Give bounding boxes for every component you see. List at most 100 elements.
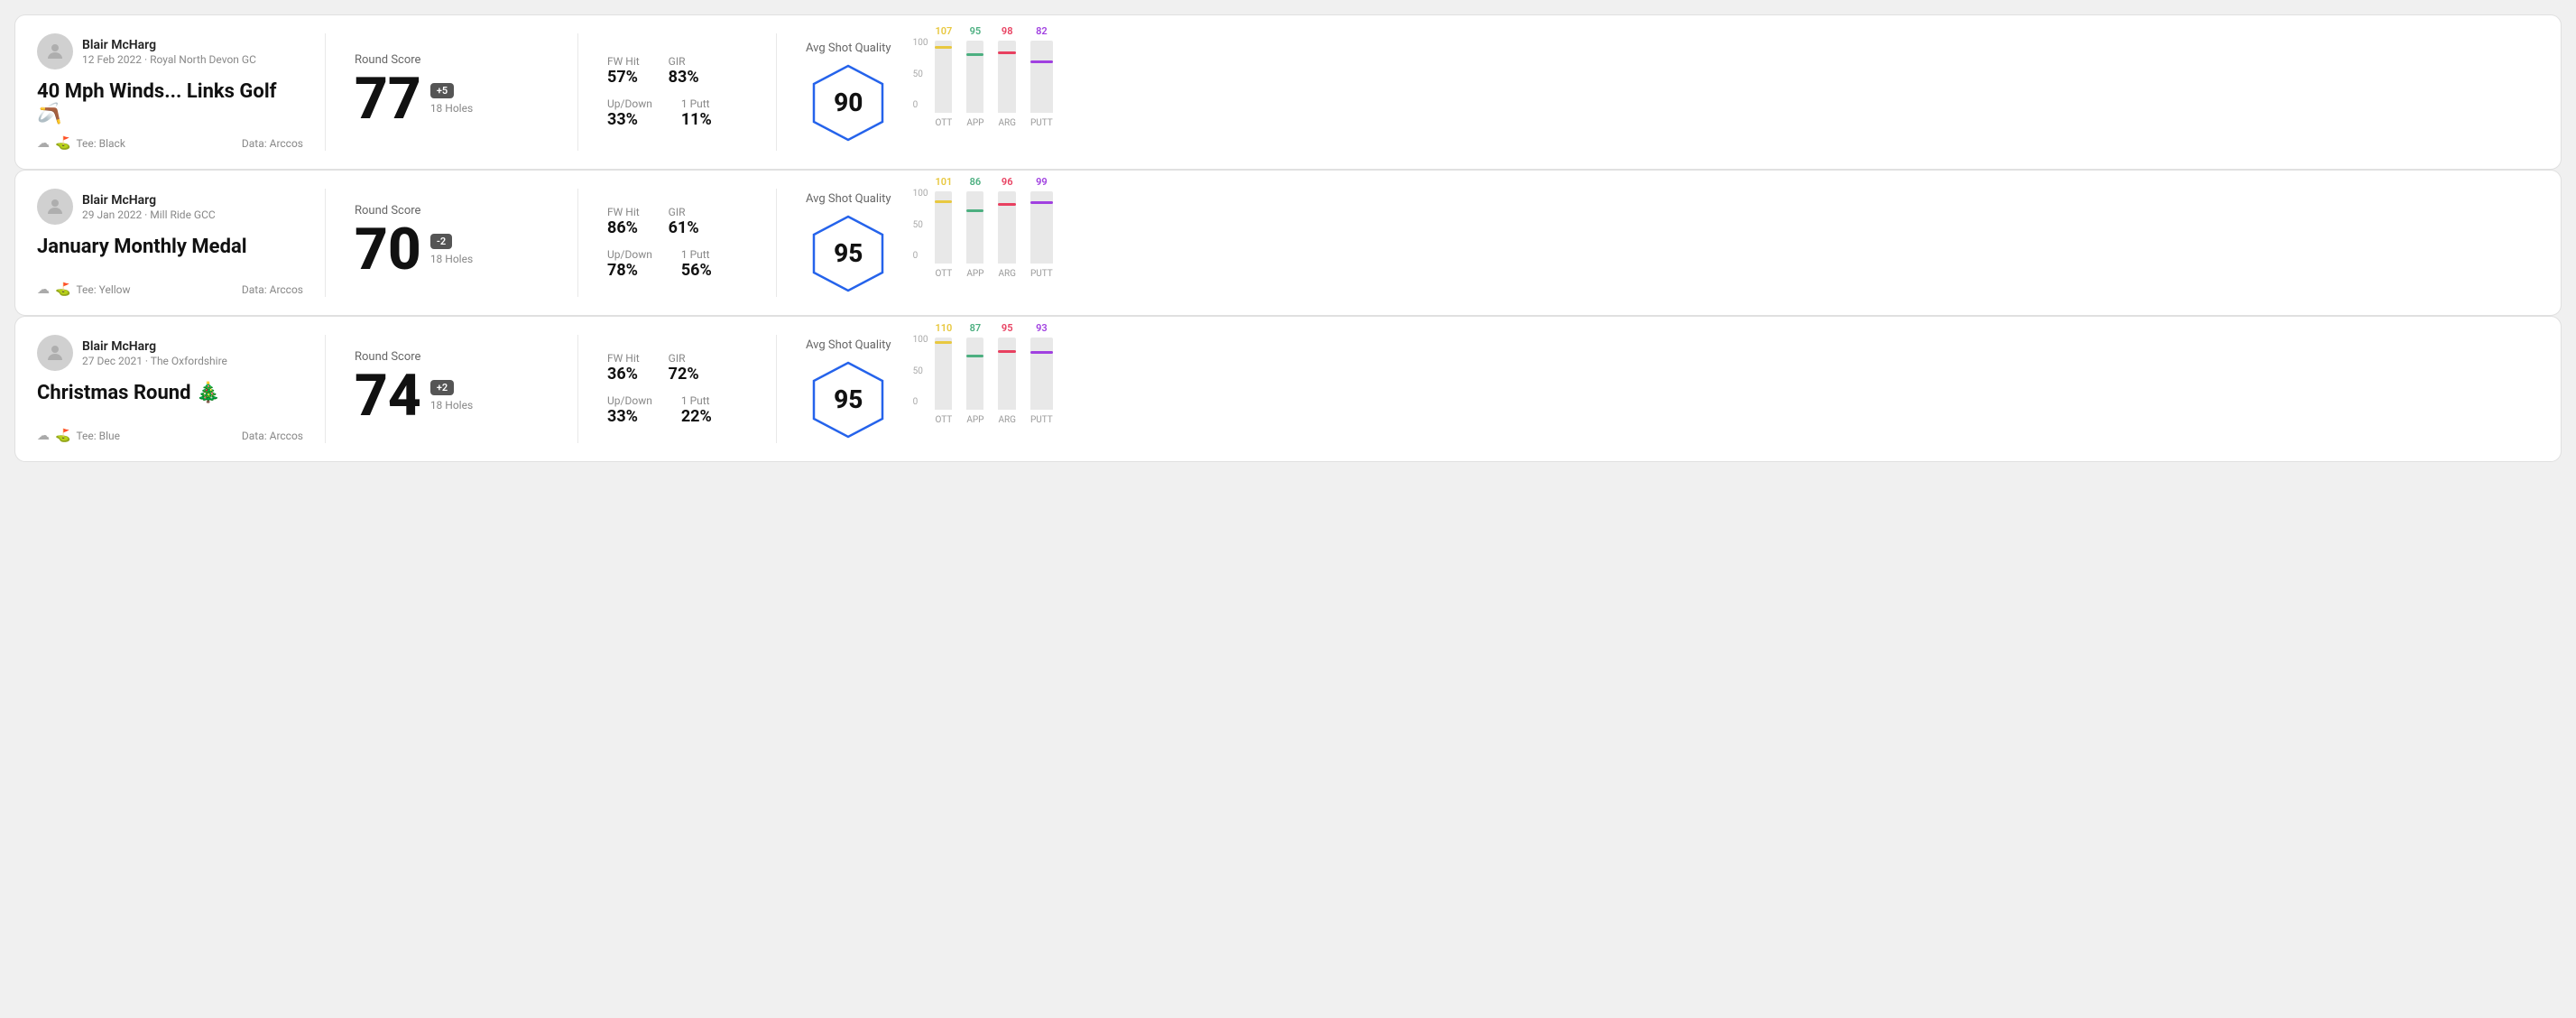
quality-section-label-0: Avg Shot Quality	[806, 42, 891, 55]
hexagon-container-1: 95	[806, 213, 891, 294]
bar-value: 99	[1036, 176, 1048, 188]
oneputt-stat-0: 1 Putt 11%	[681, 97, 712, 129]
player-info-0: Blair McHarg 12 Feb 2022 · Royal North D…	[37, 33, 303, 69]
y-label-50: 50	[913, 220, 928, 230]
avatar-0	[37, 33, 73, 69]
bar-background	[1030, 338, 1053, 410]
fw-hit-stat-0: FW Hit 57%	[607, 55, 640, 87]
bar-background	[1030, 41, 1053, 113]
bar-axis-label: OTT	[936, 118, 953, 128]
bar-visual	[998, 338, 1016, 410]
updown-label-0: Up/Down	[607, 97, 652, 110]
bar-background	[966, 338, 983, 410]
player-meta-1: 29 Jan 2022 · Mill Ride GCC	[82, 208, 216, 221]
bar-value: 93	[1036, 322, 1048, 334]
bar-visual	[1030, 338, 1053, 410]
oneputt-value-0: 11%	[681, 110, 712, 129]
bar-line	[1030, 60, 1053, 63]
bar-value: 86	[970, 176, 982, 188]
fw-hit-value-0: 57%	[607, 68, 640, 87]
card-quality-2: Avg Shot Quality 95 100 50	[777, 335, 2539, 443]
data-source-2: Data: Arccos	[242, 430, 303, 442]
bar-group-ott: 110 OTT	[935, 322, 952, 425]
hex-score-1: 95	[834, 238, 863, 268]
bar-line	[1030, 351, 1053, 354]
avatar-2	[37, 335, 73, 371]
y-label-0: 0	[913, 100, 928, 110]
bar-visual	[966, 41, 983, 113]
y-label-0: 0	[913, 251, 928, 261]
hex-score-0: 90	[834, 88, 863, 117]
bar-visual	[1030, 191, 1053, 264]
bar-axis-label: PUTT	[1030, 269, 1053, 279]
bar-line	[935, 200, 952, 203]
stats-row-bot-1: Up/Down 78% 1 Putt 56%	[607, 248, 747, 280]
quality-left-0: Avg Shot Quality 90	[806, 42, 891, 143]
bar-line	[935, 341, 952, 344]
fw-hit-label-1: FW Hit	[607, 206, 640, 218]
tee-label-1: Tee: Yellow	[76, 283, 130, 296]
bars-container-0: 107 OTT 95 APP 98 ARG 82	[935, 38, 1052, 146]
score-badge-2: +2 18 Holes	[430, 380, 473, 412]
quality-left-1: Avg Shot Quality 95	[806, 192, 891, 294]
player-text-0: Blair McHarg 12 Feb 2022 · Royal North D…	[82, 38, 256, 66]
tee-info-0: ☁ ⛳ Tee: Black	[37, 136, 125, 151]
weather-icon-1: ☁	[37, 282, 50, 297]
hex-wrapper-0: 90	[808, 62, 889, 143]
score-badge-1: -2 18 Holes	[430, 234, 473, 265]
bar-axis-label: APP	[966, 269, 983, 279]
bar-visual	[966, 338, 983, 410]
player-name-1: Blair McHarg	[82, 193, 216, 208]
gir-value-2: 72%	[669, 365, 699, 384]
bar-line	[966, 209, 983, 212]
bar-visual	[935, 338, 952, 410]
card-stats-1: FW Hit 86% GIR 61% Up/Down 78% 1 Putt	[578, 189, 777, 297]
fw-hit-value-1: 86%	[607, 218, 640, 237]
holes-label-0: 18 Holes	[430, 102, 473, 115]
player-name-0: Blair McHarg	[82, 38, 256, 52]
card-left-0: Blair McHarg 12 Feb 2022 · Royal North D…	[37, 33, 326, 151]
bar-group-arg: 95 ARG	[998, 322, 1016, 425]
bar-value: 95	[1002, 322, 1013, 334]
player-meta-0: 12 Feb 2022 · Royal North Devon GC	[82, 53, 256, 66]
card-quality-0: Avg Shot Quality 90 100 50	[777, 33, 2539, 151]
fw-hit-value-2: 36%	[607, 365, 640, 384]
gir-label-1: GIR	[669, 206, 699, 218]
card-footer-1: ☁ ⛳ Tee: Yellow Data: Arccos	[37, 282, 303, 297]
bar-group-putt: 82 PUTT	[1030, 25, 1053, 128]
card-left-1: Blair McHarg 29 Jan 2022 · Mill Ride GCC…	[37, 189, 326, 297]
chart-y-labels-1: 100 50 0	[913, 189, 932, 261]
quality-section-label-1: Avg Shot Quality	[806, 192, 891, 206]
weather-icon-0: ☁	[37, 136, 50, 151]
bar-group-arg: 96 ARG	[998, 176, 1016, 279]
bar-visual	[1030, 41, 1053, 113]
oneputt-stat-2: 1 Putt 22%	[681, 394, 712, 426]
score-badge-0: +5 18 Holes	[430, 83, 473, 115]
bar-background	[935, 338, 952, 410]
gir-value-1: 61%	[669, 218, 699, 237]
bar-value: 82	[1036, 25, 1048, 37]
updown-value-1: 78%	[607, 261, 652, 280]
holes-label-2: 18 Holes	[430, 399, 473, 412]
bar-line	[998, 350, 1016, 353]
y-label-100: 100	[913, 189, 928, 199]
player-info-1: Blair McHarg 29 Jan 2022 · Mill Ride GCC	[37, 189, 303, 225]
tee-label-0: Tee: Black	[76, 137, 125, 150]
round-title-1: January Monthly Medal	[37, 236, 303, 258]
bar-axis-label: ARG	[998, 415, 1016, 425]
bar-value: 87	[970, 322, 982, 334]
bar-line	[998, 203, 1016, 206]
bar-group-ott: 107 OTT	[935, 25, 952, 128]
bar-group-ott: 101 OTT	[935, 176, 952, 279]
card-left-2: Blair McHarg 27 Dec 2021 · The Oxfordshi…	[37, 335, 326, 443]
hex-wrapper-2: 95	[808, 359, 889, 440]
quality-left-2: Avg Shot Quality 95	[806, 338, 891, 440]
fw-hit-stat-1: FW Hit 86%	[607, 206, 640, 237]
bar-axis-label: OTT	[936, 269, 953, 279]
stats-row-top-0: FW Hit 57% GIR 83%	[607, 55, 747, 87]
hex-wrapper-1: 95	[808, 213, 889, 294]
bar-background	[966, 191, 983, 264]
chart-with-labels-2: 100 50 0 110 OTT 87 APP	[913, 335, 1053, 443]
y-label-100: 100	[913, 335, 928, 345]
updown-value-2: 33%	[607, 407, 652, 426]
